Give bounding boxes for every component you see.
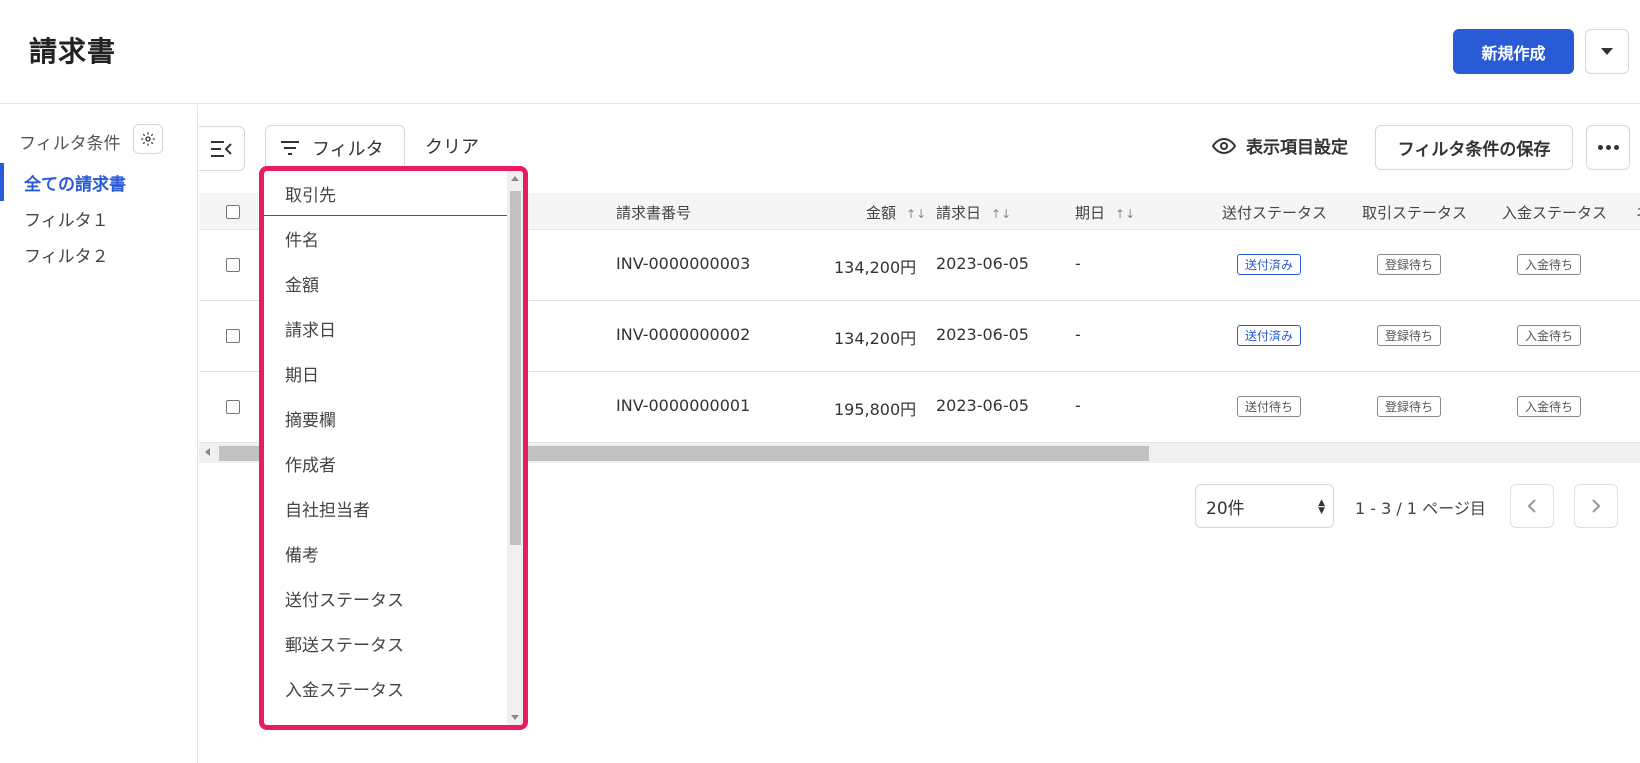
chevron-right-icon [1592,499,1601,513]
collapse-menu-icon [210,140,232,157]
send-status-badge: 送付済み [1237,325,1302,346]
payment-status-badge: 入金待ち [1517,396,1582,417]
new-invoice-button[interactable]: 新規作成 [1453,29,1574,74]
scroll-up-icon[interactable] [511,176,519,181]
filter-field-dropdown[interactable]: 取引先 件名 金額 請求日 期日 摘要欄 作成者 自社担当者 備考 送付ステータ… [259,166,528,730]
column-settings-button[interactable]: 表示項目設定 [1212,133,1348,158]
column-settings-label: 表示項目設定 [1246,138,1348,158]
header-invoice-date-label: 請求日 [936,204,982,222]
sidebar-item-all-invoices[interactable]: 全ての請求書 [24,170,126,195]
header-due-date-label: 期日 [1075,204,1106,222]
due-date: - [1075,325,1081,344]
more-dot-icon [1613,145,1619,150]
header-invoice-date[interactable]: 請求日 ↑↓ [936,202,1011,223]
invoice-amount: 134,200円 [834,258,917,277]
per-page-select[interactable]: 20件 ▲ ▼ [1195,484,1334,528]
dropdown-scrollbar[interactable] [507,171,523,725]
filter-option-amount[interactable]: 金額 [264,261,508,306]
sort-icon[interactable]: ↑↓ [906,207,926,221]
header-amount-label: 金額 [866,204,897,222]
invoice-date: 2023-06-05 [936,396,1029,415]
caret-down-icon [1601,48,1613,55]
row-checkbox[interactable] [226,400,240,414]
clear-button[interactable]: クリア [425,133,479,159]
send-status-badge: 送付済み [1237,254,1302,275]
filter-conditions-label: フィルタ条件 [19,134,121,154]
header-extra[interactable]: ネ [1636,202,1640,223]
filter-option-subject[interactable]: 件名 [264,216,508,261]
payment-status-badge: 入金待ち [1517,254,1582,275]
filter-sidebar: フィルタ条件 全ての請求書 フィルタ１ フィルタ２ [0,105,198,763]
invoice-amount: 195,800円 [834,400,917,419]
payment-status-badge: 入金待ち [1517,325,1582,346]
page-info: 1 - 3 / 1 ページ目 [1355,499,1486,518]
header-due-date[interactable]: 期日 ↑↓ [1075,202,1135,223]
more-options-button[interactable] [1586,125,1630,170]
filter-option-remarks-field[interactable]: 摘要欄 [264,396,508,441]
row-checkbox[interactable] [226,258,240,272]
filter-option-due-date[interactable]: 期日 [264,351,508,396]
header-trade-status[interactable]: 取引ステータス [1362,202,1467,223]
page-header: 請求書 新規作成 [0,0,1640,104]
filter-option-notes[interactable]: 備考 [264,531,508,576]
invoice-amount: 134,200円 [834,329,917,348]
scroll-left-icon[interactable] [205,448,210,456]
filter-settings-button[interactable] [133,124,163,154]
header-payment-status[interactable]: 入金ステータス [1502,202,1607,223]
filter-option-payment-status[interactable]: 入金ステータス [264,666,508,711]
prev-page-button[interactable] [1510,484,1554,528]
header-send-status[interactable]: 送付ステータス [1222,202,1327,223]
eye-icon [1212,137,1236,154]
active-indicator [0,163,4,201]
filter-button[interactable]: フィルタ [265,125,405,170]
sort-icon[interactable]: ↑↓ [991,207,1011,221]
invoice-date: 2023-06-05 [936,325,1029,344]
trade-status-badge: 登録待ち [1377,325,1442,346]
invoice-number: INV-0000000003 [616,254,751,273]
filter-button-label: フィルタ [312,138,384,160]
filter-option-creator[interactable]: 作成者 [264,441,508,486]
filter-icon [281,140,299,155]
row-checkbox[interactable] [226,329,240,343]
new-options-dropdown-button[interactable] [1585,29,1629,74]
due-date: - [1075,396,1081,415]
dropdown-scrollbar-thumb[interactable] [510,191,521,545]
filter-option-assignee[interactable]: 自社担当者 [264,486,508,531]
filter-option-send-status[interactable]: 送付ステータス [264,576,508,621]
per-page-value: 20件 [1206,498,1245,519]
select-arrows-icon: ▲ ▼ [1318,498,1325,516]
filter-option-invoice-date[interactable]: 請求日 [264,306,508,351]
filter-field-list: 取引先 件名 金額 請求日 期日 摘要欄 作成者 自社担当者 備考 送付ステータ… [264,171,508,711]
invoice-date: 2023-06-05 [936,254,1029,273]
sidebar-item-filter-2[interactable]: フィルタ２ [24,242,109,267]
sidebar-collapse-button[interactable] [199,126,245,171]
more-dot-icon [1597,145,1603,150]
trade-status-badge: 登録待ち [1377,254,1442,275]
sidebar-item-filter-1[interactable]: フィルタ１ [24,206,109,231]
header-amount[interactable]: 金額 ↑↓ [866,202,926,223]
page-title: 請求書 [29,35,117,68]
invoice-number: INV-0000000001 [616,396,751,415]
header-invoice-number[interactable]: 請求書番号 [616,202,691,223]
select-all-checkbox[interactable] [226,205,240,219]
due-date: - [1075,254,1081,273]
filter-option-mail-status[interactable]: 郵送ステータス [264,621,508,666]
filter-option-partner[interactable]: 取引先 [264,171,508,216]
sort-icon[interactable]: ↑↓ [1115,207,1135,221]
trade-status-badge: 登録待ち [1377,396,1442,417]
more-dot-icon [1605,145,1611,150]
send-status-badge: 送付待ち [1237,396,1302,417]
gear-icon [141,132,155,146]
next-page-button[interactable] [1574,484,1618,528]
invoice-number: INV-0000000002 [616,325,751,344]
chevron-left-icon [1527,499,1536,513]
save-filter-button[interactable]: フィルタ条件の保存 [1375,125,1573,170]
scroll-down-icon[interactable] [511,715,519,720]
